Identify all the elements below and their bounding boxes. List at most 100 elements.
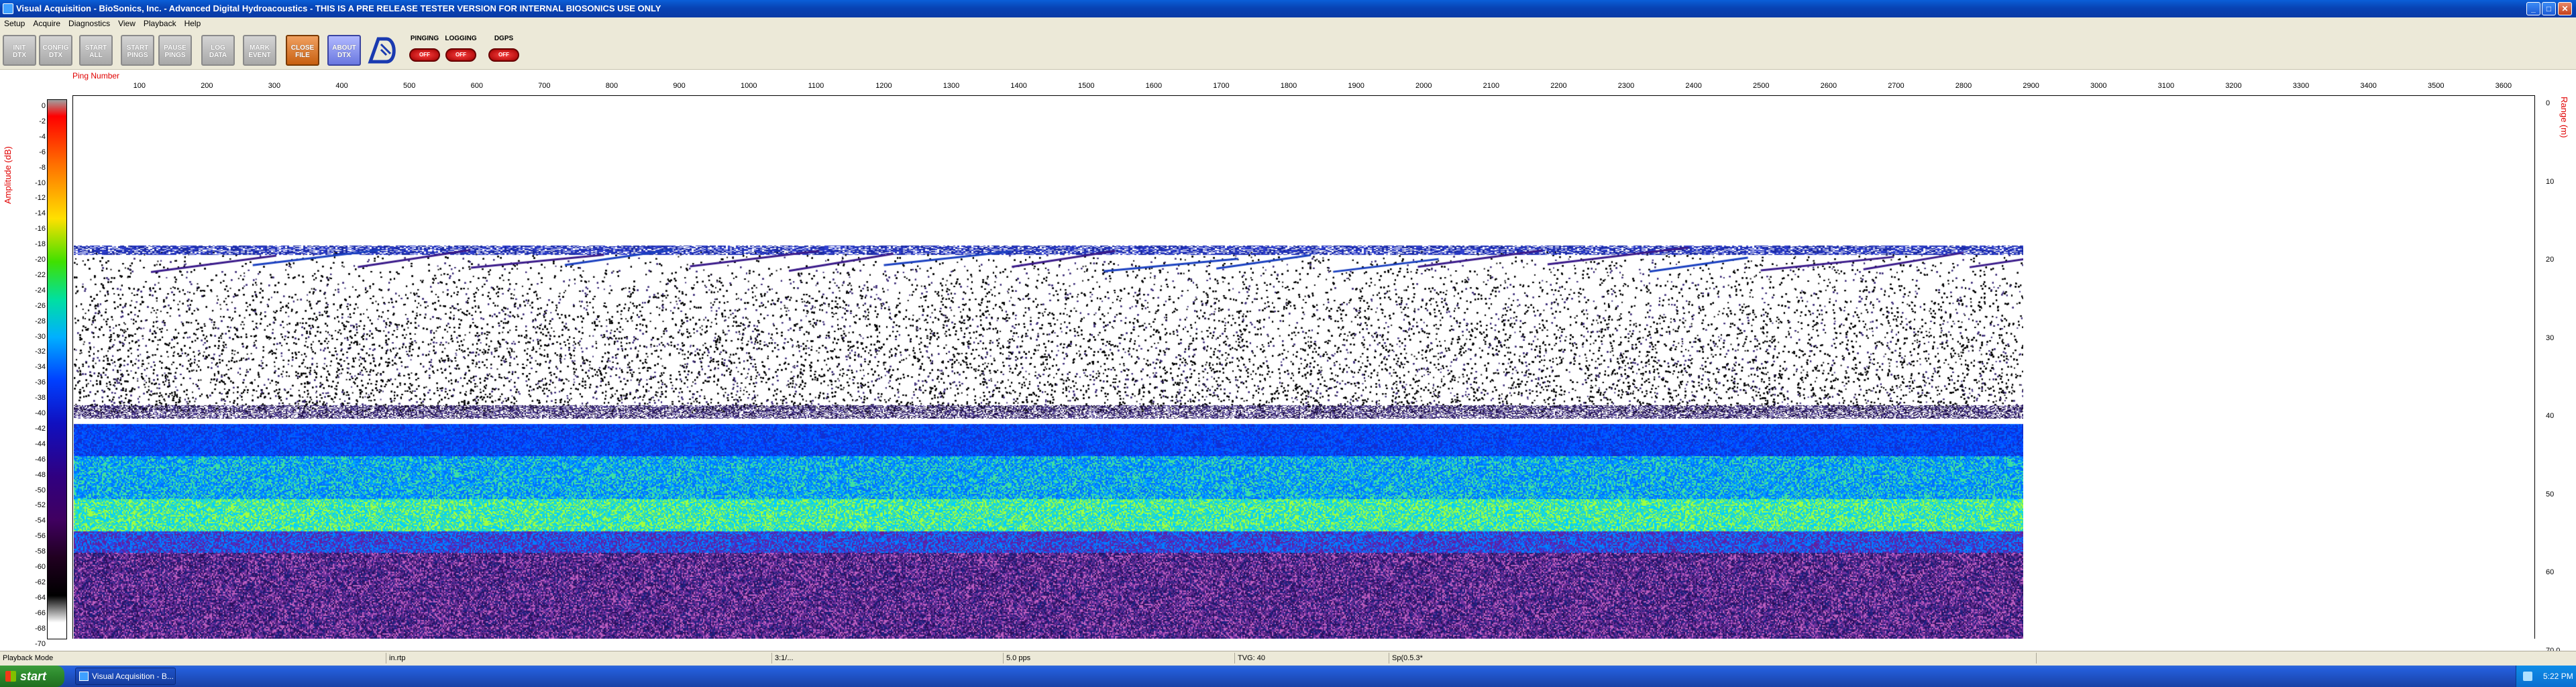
button-label: EVENT	[248, 52, 271, 59]
amplitude-tick-label: -24	[35, 286, 46, 295]
x-tick-label: 1700	[1213, 82, 1230, 90]
start-pings-button[interactable]: START PINGS	[121, 35, 154, 66]
status-tvg: TVG: 40	[1238, 654, 1265, 662]
x-tick-label: 1300	[943, 82, 960, 90]
button-label: DTX	[337, 52, 351, 59]
x-axis-title: Ping Number	[72, 71, 120, 81]
windows-flag-icon	[5, 671, 16, 682]
pinging-indicator: PINGING OFF	[407, 35, 443, 66]
echogram-canvas[interactable]	[74, 97, 2023, 639]
button-label: FILE	[295, 52, 310, 59]
clock: 5:22 PM	[2543, 672, 2573, 681]
amplitude-tick-label: -48	[35, 470, 46, 479]
amplitude-tick-label: -2	[39, 117, 46, 125]
about-dtx-button[interactable]: ABOUT DTX	[327, 35, 361, 66]
amplitude-tick-label: -14	[35, 209, 46, 218]
x-tick-label: 1000	[741, 82, 757, 90]
logging-led: OFF	[445, 48, 476, 62]
left-axis-line	[72, 95, 73, 639]
start-all-button[interactable]: START ALL	[79, 35, 113, 66]
dgps-led: OFF	[488, 48, 519, 62]
network-icon	[2523, 672, 2532, 681]
button-label: MARK	[250, 44, 270, 52]
range-tick-label: 30	[2546, 333, 2555, 342]
app-icon	[79, 672, 89, 681]
amplitude-tick-label: -62	[35, 578, 46, 586]
toolbar: INIT DTX CONFIG DTX START ALL START PINGS PA…	[0, 30, 2576, 70]
pause-pings-button[interactable]: PAUSE PINGS	[158, 35, 192, 66]
button-label: PINGS	[127, 52, 148, 59]
biosonics-logo-icon	[368, 37, 396, 64]
menu-help[interactable]: Help	[180, 17, 205, 30]
amplitude-tick-label: -58	[35, 547, 46, 556]
x-tick-label: 2700	[1888, 82, 1904, 90]
range-tick-label: 10	[2546, 177, 2555, 186]
menu-bar: Setup Acquire Diagnostics View Playback Help	[0, 17, 2576, 30]
x-tick-label: 1400	[1010, 82, 1027, 90]
amplitude-tick-label: -20	[35, 256, 46, 264]
x-tick-label: 2000	[1415, 82, 1432, 90]
x-tick-label: 2400	[1685, 82, 1702, 90]
status-mode: Playback Mode	[3, 654, 54, 662]
amplitude-tick-label: -26	[35, 301, 46, 310]
logging-indicator: LOGGING OFF	[443, 35, 479, 66]
button-label: PINGS	[164, 52, 186, 59]
start-button[interactable]: start	[0, 666, 64, 687]
button-label: LOG	[211, 44, 225, 52]
amplitude-tick-label: -8	[39, 163, 46, 172]
taskbar-item-visual-acquisition[interactable]: Visual Acquisition - B...	[75, 668, 176, 685]
amplitude-tick-label: -12	[35, 194, 46, 203]
x-tick-label: 1900	[1348, 82, 1364, 90]
close-file-button[interactable]: CLOSE FILE	[286, 35, 319, 66]
app-icon	[3, 3, 13, 14]
x-tick-label: 1100	[808, 82, 824, 90]
button-label: START	[126, 44, 149, 52]
x-tick-label: 2300	[1617, 82, 1635, 90]
range-tick-label: 0	[2546, 99, 2551, 107]
amplitude-tick-label: -44	[35, 439, 46, 448]
x-tick-label: 3300	[2292, 82, 2310, 90]
init-dtx-button[interactable]: INIT DTX	[3, 35, 36, 66]
amplitude-tick-label: -46	[35, 455, 46, 464]
status-separator	[771, 653, 772, 664]
minimize-button[interactable]: _	[2526, 2, 2540, 15]
menu-diagnostics[interactable]: Diagnostics	[64, 17, 114, 30]
menu-playback[interactable]: Playback	[140, 17, 180, 30]
button-label: ALL	[89, 52, 103, 59]
amplitude-colorbar	[47, 99, 67, 639]
x-tick-label: 1200	[875, 82, 892, 90]
config-dtx-button[interactable]: CONFIG DTX	[39, 35, 72, 66]
amplitude-axis-title: Amplitude (dB)	[3, 146, 13, 204]
log-data-button[interactable]: LOG DATA	[201, 35, 235, 66]
x-tick-label: 2600	[1820, 82, 1837, 90]
x-tick-label: 1600	[1145, 82, 1163, 90]
amplitude-tick-label: -32	[35, 348, 46, 356]
menu-acquire[interactable]: Acquire	[29, 17, 64, 30]
button-label: PAUSE	[164, 44, 186, 52]
status-file: in.rtp	[389, 654, 406, 662]
button-label: CLOSE	[290, 44, 315, 52]
amplitude-tick-label: -30	[35, 332, 46, 341]
status-ping-rate: 5.0 pps	[1006, 654, 1031, 662]
echogram-panel: Ping Number Amplitude (dB) Range (m) 100…	[0, 70, 2576, 655]
amplitude-tick-label: -54	[35, 517, 46, 525]
amplitude-tick-label: -10	[35, 178, 46, 187]
menu-setup[interactable]: Setup	[0, 17, 29, 30]
close-window-button[interactable]: ✕	[2558, 2, 2572, 15]
x-tick-label: 3500	[2428, 82, 2445, 90]
status-separator	[1003, 653, 1004, 664]
x-tick-label: 100	[133, 82, 146, 90]
mark-event-button[interactable]: MARK EVENT	[243, 35, 276, 66]
amplitude-tick-label: -16	[35, 225, 46, 233]
button-label: DATA	[209, 52, 227, 59]
x-tick-label: 3400	[2360, 82, 2377, 90]
maximize-button[interactable]: □	[2542, 2, 2556, 15]
amplitude-tick-label: -34	[35, 363, 46, 372]
button-label: DTX	[49, 52, 62, 59]
amplitude-tick-label: -18	[35, 240, 46, 249]
status-sp: Sp(0.5.3*	[1392, 654, 1423, 662]
x-tick-label: 700	[538, 82, 551, 90]
menu-view[interactable]: View	[114, 17, 140, 30]
amplitude-tick-label: -50	[35, 486, 46, 494]
amplitude-tick-label: -56	[35, 532, 46, 541]
